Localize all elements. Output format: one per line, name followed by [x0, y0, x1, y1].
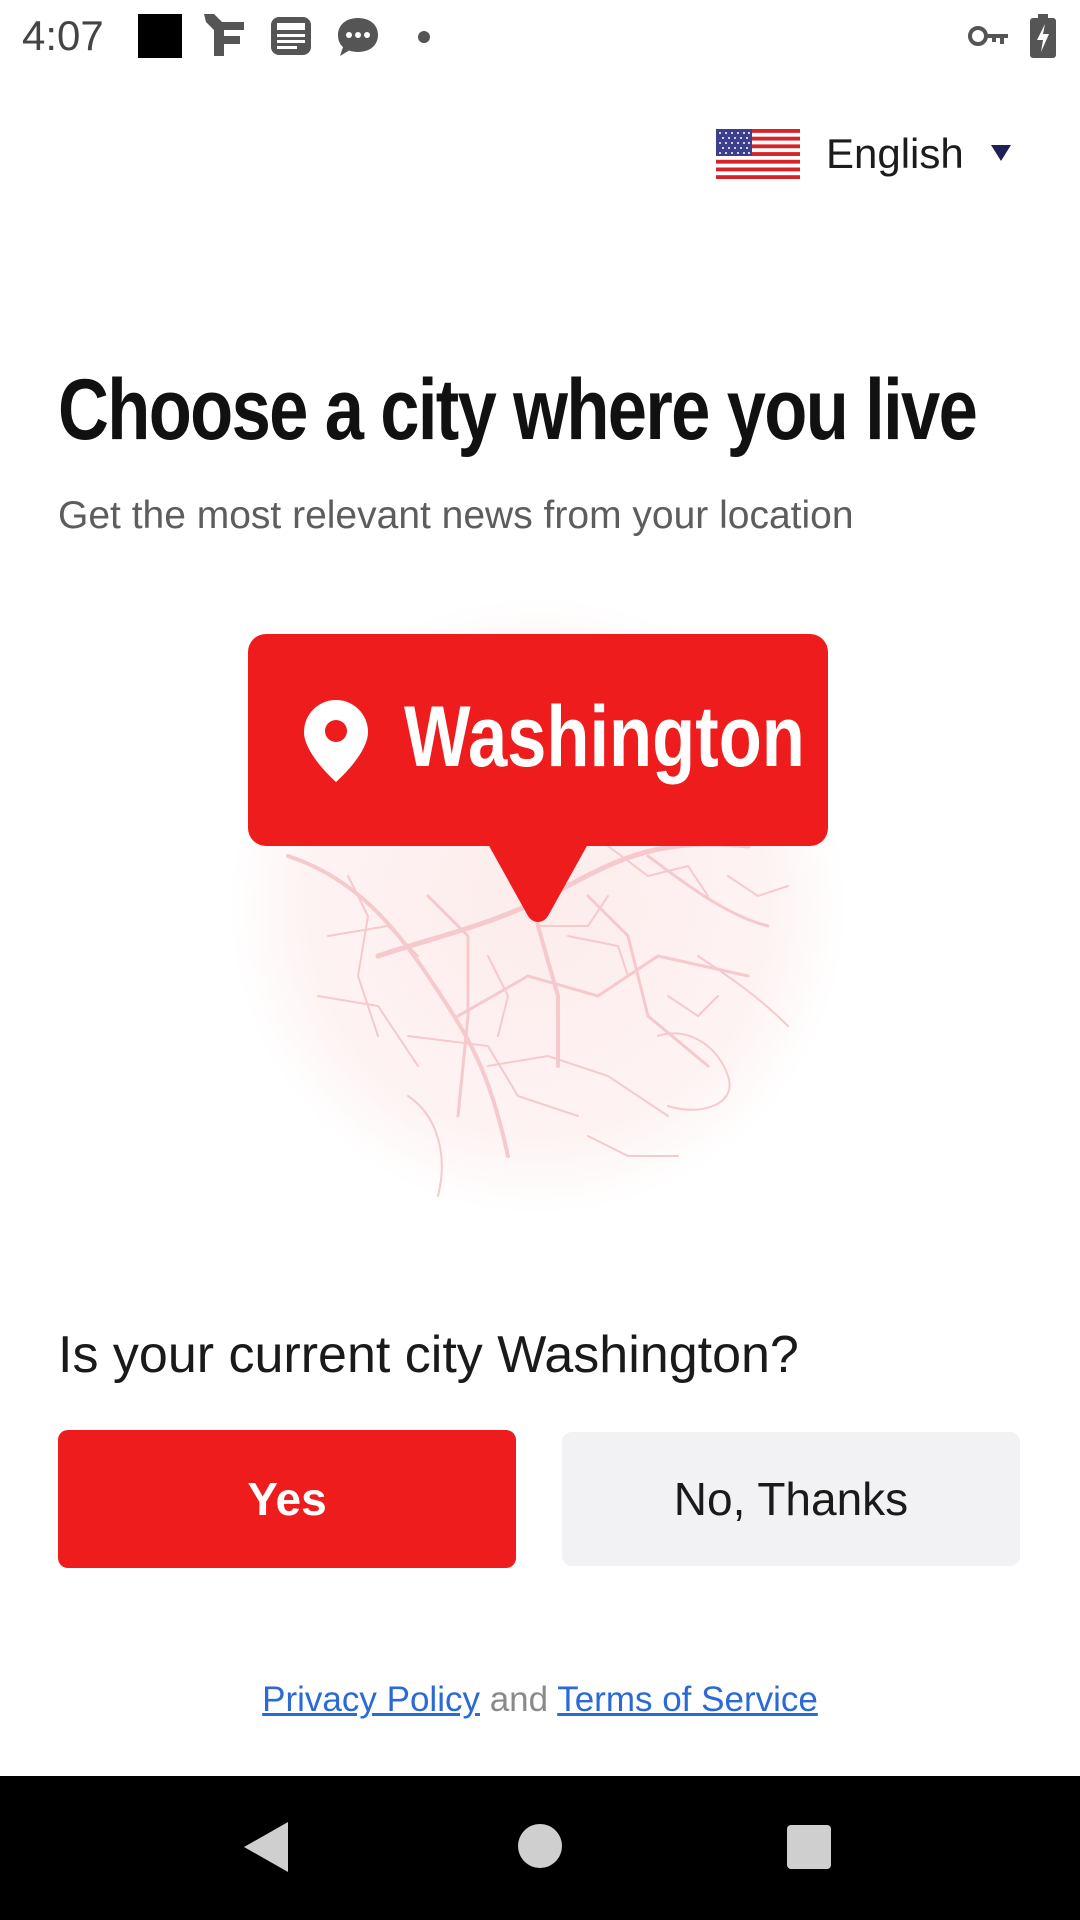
f-app-icon [204, 14, 244, 56]
legal-connector: and [489, 1680, 549, 1719]
callout-city-name: Washington [404, 689, 805, 785]
language-selector[interactable]: English [716, 122, 1026, 186]
black-square-icon [138, 14, 182, 58]
language-label: English [826, 130, 964, 177]
city-selection-screen: 4:07 English Choose a city where you liv… [0, 0, 1080, 1920]
recents-icon[interactable] [786, 1824, 832, 1870]
location-pin-icon [304, 700, 368, 782]
page-title: Choose a city where you live [58, 362, 978, 458]
terms-of-service-link[interactable]: Terms of Service [557, 1680, 818, 1719]
us-flag-icon [716, 129, 800, 179]
privacy-policy-link[interactable]: Privacy Policy [262, 1680, 480, 1719]
page-subtitle: Get the most relevant news from your loc… [58, 494, 854, 537]
chat-bubble-icon [338, 18, 378, 56]
navigation-bar [0, 1776, 1080, 1920]
vpn-key-icon [968, 26, 1008, 46]
status-time: 4:07 [22, 12, 104, 59]
callout-pointer [488, 844, 588, 922]
city-callout: Washington [248, 634, 828, 846]
caret-down-icon [991, 145, 1011, 161]
back-icon[interactable] [242, 1820, 290, 1874]
dot-icon [418, 31, 430, 43]
battery-charging-icon [1030, 14, 1056, 58]
home-icon[interactable] [516, 1822, 564, 1870]
news-icon [271, 17, 311, 55]
status-bar: 4:07 [0, 0, 1080, 72]
no-thanks-button[interactable]: No, Thanks [562, 1432, 1020, 1566]
legal-links: Privacy Policy and Terms of Service [0, 1676, 1080, 1724]
city-question: Is your current city Washington? [58, 1326, 799, 1384]
yes-button[interactable]: Yes [58, 1430, 516, 1568]
